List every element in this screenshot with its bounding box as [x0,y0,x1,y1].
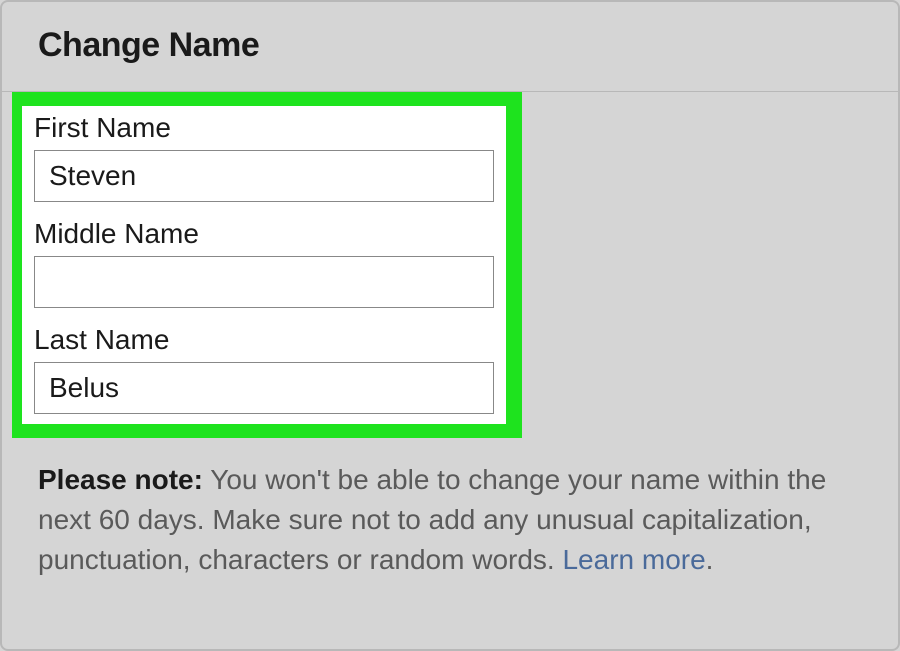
first-name-input[interactable] [34,150,494,202]
middle-name-group: Middle Name [22,212,506,318]
change-name-card: Change Name First Name Middle Name Last … [0,0,900,651]
note-period: . [706,544,714,575]
note-section: Please note: You won't be able to change… [2,438,898,579]
last-name-group: Last Name [22,318,506,424]
note-bold: Please note: [38,464,203,495]
middle-name-label: Middle Name [34,218,494,250]
form-highlight-box: First Name Middle Name Last Name [12,92,522,438]
middle-name-input[interactable] [34,256,494,308]
last-name-label: Last Name [34,324,494,356]
learn-more-link[interactable]: Learn more [562,544,705,575]
first-name-label: First Name [34,112,494,144]
last-name-input[interactable] [34,362,494,414]
first-name-group: First Name [22,106,506,212]
page-title: Change Name [38,26,862,65]
card-header: Change Name [2,2,898,92]
